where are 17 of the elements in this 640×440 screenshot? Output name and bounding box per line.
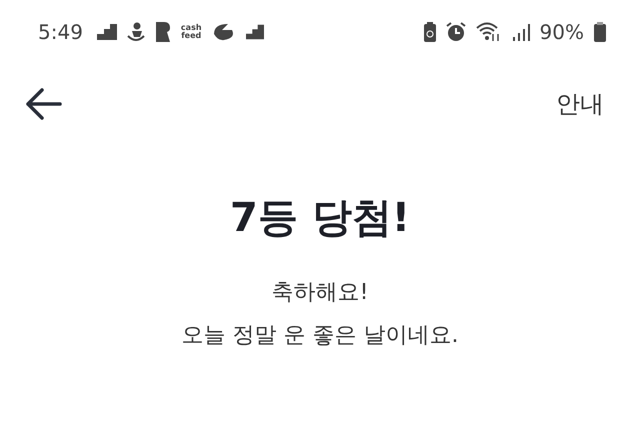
status-time: 5:49 <box>38 20 83 44</box>
stairs-icon <box>96 24 117 40</box>
letter-icon <box>154 22 171 42</box>
figure-icon <box>126 22 145 42</box>
message-text: 오늘 정말 운 좋은 날이네요. <box>182 322 458 350</box>
battery-percent: 90% <box>540 20 584 44</box>
info-button[interactable]: 안내 <box>556 88 604 120</box>
battery-icon <box>594 22 606 42</box>
battery-saver-icon <box>424 22 436 42</box>
result-title: 7등 당첨! <box>230 194 410 243</box>
message-text: 축하해요! <box>272 279 368 307</box>
alarm-icon <box>446 22 466 42</box>
wifi-icon <box>476 22 502 42</box>
back-icon[interactable] <box>24 88 62 120</box>
signal-icon <box>512 23 530 41</box>
stairs-icon <box>246 24 264 40</box>
app-logo: cash feed <box>180 24 202 40</box>
